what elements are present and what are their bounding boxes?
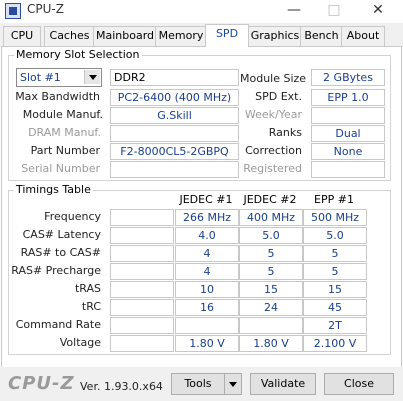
slot-select-value: Slot #1 xyxy=(20,71,61,84)
ranks-label: Ranks xyxy=(268,126,302,139)
timing-cell xyxy=(175,317,239,334)
timing-cell: 15 xyxy=(303,281,367,298)
timing-cell: 5 xyxy=(303,263,367,280)
correction-label: Correction xyxy=(245,144,302,157)
registered-label: Registered xyxy=(243,162,302,175)
dram-manuf-field xyxy=(110,125,239,142)
timing-cell: 10 xyxy=(175,281,239,298)
timings-table-title: Timings Table xyxy=(14,183,93,196)
timing-row-label: tRAS xyxy=(74,282,101,295)
timing-row-label: Voltage xyxy=(59,336,101,349)
max-bandwidth-field: PC2-6400 (400 MHz) xyxy=(110,89,239,106)
timing-row-label: tRC xyxy=(81,300,101,313)
timing-cell: 266 MHz xyxy=(175,209,239,226)
maximize-button[interactable]: □ xyxy=(314,0,354,22)
spd-ext-label: SPD Ext. xyxy=(255,90,302,103)
maximize-icon: □ xyxy=(327,2,341,18)
timing-cell: 5 xyxy=(303,245,367,262)
timing-cell xyxy=(239,317,303,334)
timing-row-label: Frequency xyxy=(44,210,101,223)
memory-type-field: DDR2 xyxy=(110,69,239,86)
timing-cell: 5 xyxy=(239,263,303,280)
timing-cell: 16 xyxy=(175,299,239,316)
dram-manuf-label: DRAM Manuf. xyxy=(28,126,101,139)
serial-number-label: Serial Number xyxy=(21,162,100,175)
cpu-z-logo: CPU-Z xyxy=(8,373,75,394)
timing-row-label: RAS# to CAS# xyxy=(20,246,101,259)
tab-bar: CPU Caches Mainboard Memory SPD Graphics… xyxy=(0,23,403,47)
spd-ext-field: EPP 1.0 xyxy=(311,89,385,106)
timing-blank-cell xyxy=(110,281,174,298)
close-icon: ✕ xyxy=(372,2,384,18)
timing-blank-cell xyxy=(110,317,174,334)
timing-cell: 2.100 V xyxy=(303,335,367,352)
part-number-field: F2-8000CL5-2GBPQ xyxy=(110,143,239,160)
minimize-button[interactable]: — xyxy=(274,0,314,22)
tab-caches[interactable]: Caches xyxy=(44,26,95,46)
tab-bench[interactable]: Bench xyxy=(300,26,343,46)
timing-row-label: Command Rate xyxy=(15,318,101,331)
timing-blank-cell xyxy=(110,227,174,244)
module-size-label: Module Size xyxy=(240,72,307,85)
timing-cell: 500 MHz xyxy=(303,209,367,226)
module-manuf-label: Module Manuf. xyxy=(22,108,103,121)
close-button[interactable]: Close xyxy=(324,373,394,395)
week-year-label: Week/Year xyxy=(244,108,302,121)
serial-number-field xyxy=(110,161,239,178)
col-epp-1: EPP #1 xyxy=(314,193,354,206)
max-bandwidth-label: Max Bandwidth xyxy=(15,90,100,103)
tools-dropdown-button[interactable] xyxy=(224,373,242,395)
module-size-field: 2 GBytes xyxy=(311,69,385,86)
timing-cell: 4 xyxy=(175,263,239,280)
tab-spd[interactable]: SPD xyxy=(205,24,249,47)
validate-button[interactable]: Validate xyxy=(250,373,316,395)
app-icon xyxy=(5,3,21,19)
tools-button[interactable]: Tools xyxy=(171,373,225,395)
tab-cpu[interactable]: CPU xyxy=(3,26,41,46)
timing-cell: 15 xyxy=(239,281,303,298)
title-bar: CPU-Z — □ ✕ xyxy=(0,0,403,23)
timing-blank-cell xyxy=(110,209,174,226)
memory-slot-group-title: Memory Slot Selection xyxy=(14,48,142,61)
timing-cell: 4.0 xyxy=(175,227,239,244)
timing-cell: 1.80 V xyxy=(175,335,239,352)
col-jedec-2: JEDEC #2 xyxy=(243,193,297,206)
timing-cell: 2T xyxy=(303,317,367,334)
timing-cell: 45 xyxy=(303,299,367,316)
close-window-button[interactable]: ✕ xyxy=(358,0,398,22)
timing-cell: 400 MHz xyxy=(239,209,303,226)
tab-memory[interactable]: Memory xyxy=(155,26,207,46)
timing-cell: 4 xyxy=(175,245,239,262)
slot-select[interactable]: Slot #1 xyxy=(16,68,102,87)
module-manuf-field: G.Skill xyxy=(110,107,239,124)
col-jedec-1: JEDEC #1 xyxy=(179,193,233,206)
minimize-icon: — xyxy=(287,2,301,18)
timing-cell: 5 xyxy=(239,245,303,262)
part-number-label: Part Number xyxy=(30,144,100,157)
tab-mainboard[interactable]: Mainboard xyxy=(93,26,157,46)
ranks-field: Dual xyxy=(311,125,385,142)
chevron-down-icon xyxy=(84,70,100,84)
timing-row-label: RAS# Precharge xyxy=(11,264,101,277)
tab-graphics[interactable]: Graphics xyxy=(248,26,302,46)
timing-blank-cell xyxy=(110,299,174,316)
timing-cell: 5.0 xyxy=(239,227,303,244)
tab-about[interactable]: About xyxy=(341,26,385,46)
timing-blank-cell xyxy=(110,245,174,262)
version-label: Ver. 1.93.0.x64 xyxy=(80,380,163,393)
timing-blank-cell xyxy=(110,263,174,280)
timing-cell: 24 xyxy=(239,299,303,316)
window-title: CPU-Z xyxy=(27,2,64,16)
registered-field xyxy=(311,161,385,178)
timing-cell: 5.0 xyxy=(303,227,367,244)
correction-field: None xyxy=(311,143,385,160)
timing-cell: 1.80 V xyxy=(239,335,303,352)
timing-blank-cell xyxy=(110,335,174,352)
week-year-field xyxy=(311,107,385,124)
timing-row-label: CAS# Latency xyxy=(22,228,101,241)
